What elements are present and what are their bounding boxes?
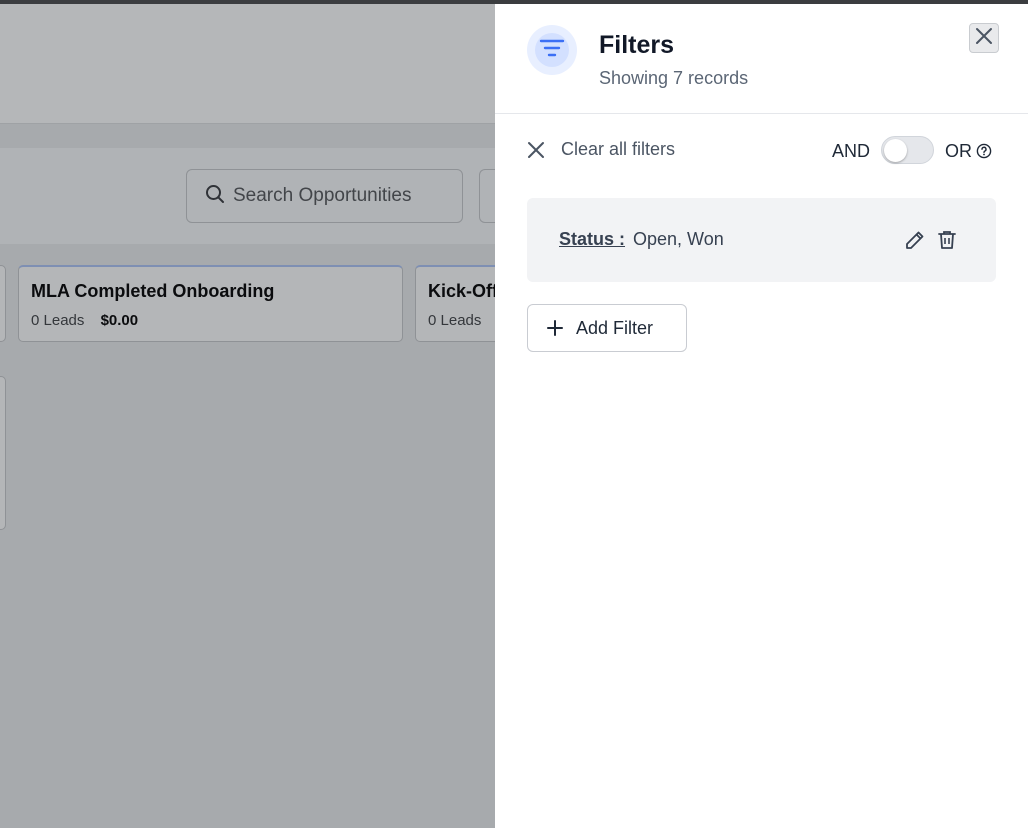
stage-leads-count: 0 Leads [428,312,482,329]
clear-all-label: Clear all filters [561,139,676,159]
stage-leads-count: 0 Leads [31,312,85,329]
stage-name: MLA Completed Onboarding [31,281,275,301]
panel-title: Filters [599,31,675,59]
search-opportunities[interactable] [186,169,463,223]
clear-all-filters-button[interactable]: Clear all filters [527,135,675,164]
filter-icon [539,37,565,64]
stage-amount: $0.00 [100,312,139,329]
opportunity-card-partial [0,376,6,530]
or-label: OR [945,141,972,161]
stage-card-partial [0,265,6,342]
help-icon[interactable] [976,143,992,164]
search-icon [205,184,225,209]
close-icon [975,27,993,50]
filter-values: Open, Won [633,229,724,249]
stage-name: Kick-Off [428,281,499,301]
close-icon [527,135,545,164]
filter-controls: Clear all filters AND OR [527,135,992,167]
close-button[interactable] [969,23,999,53]
edit-icon[interactable] [904,229,926,256]
and-or-toggle[interactable] [881,136,934,164]
stage-card[interactable]: MLA Completed Onboarding 0 Leads $0.00 [18,265,403,342]
filter-icon-badge [527,25,577,75]
add-filter-label: Add Filter [576,317,654,338]
records-count: Showing 7 records [599,68,749,88]
background-header [0,4,495,124]
trash-icon[interactable] [936,229,958,256]
and-label: AND [832,141,871,161]
search-input[interactable] [233,185,453,207]
plus-icon [546,315,564,342]
filters-panel: Filters Showing 7 records Clear all filt… [495,4,1028,828]
panel-header: Filters Showing 7 records [495,4,1028,114]
add-filter-button[interactable]: Add Filter [527,304,687,352]
filter-field-label[interactable]: Status : [559,229,625,250]
filter-item: Status : Open, Won [527,198,996,282]
toggle-knob [884,139,907,162]
